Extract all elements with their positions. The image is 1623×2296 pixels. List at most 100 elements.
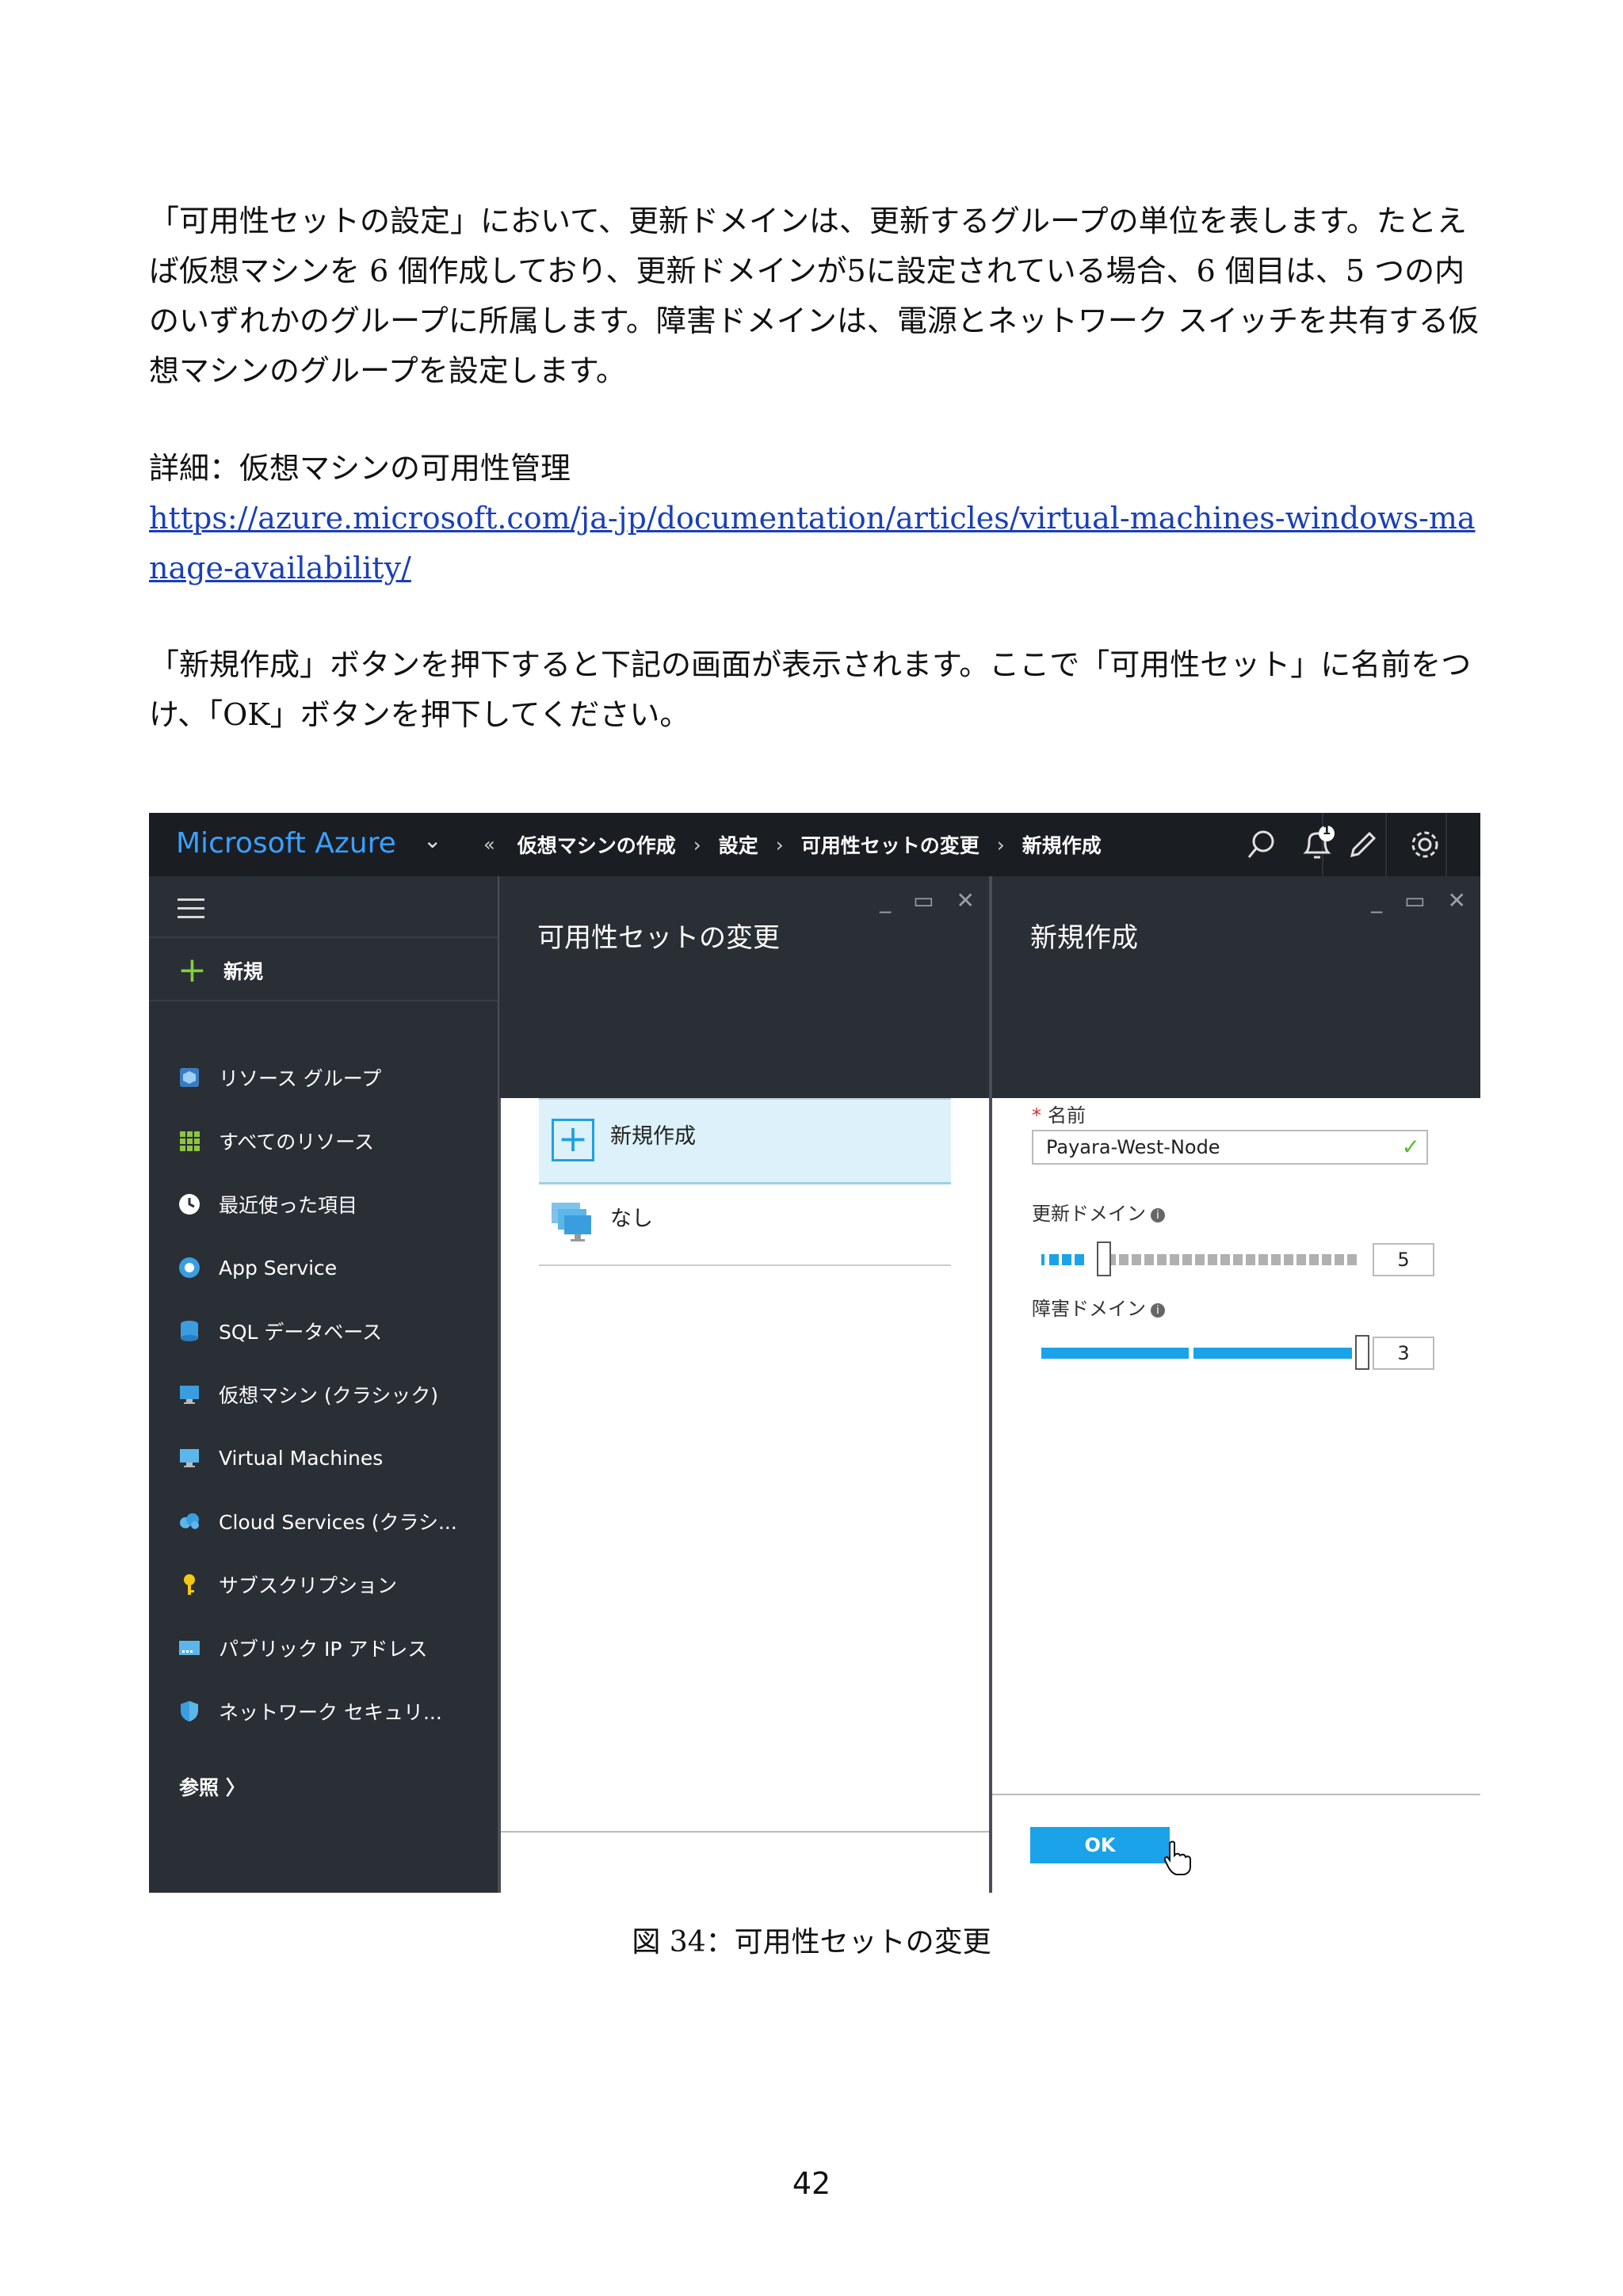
- update-domain-label-text: 更新ドメイン: [1032, 1203, 1146, 1225]
- chevron-down-icon[interactable]: ⌄: [423, 827, 441, 853]
- sidebar-item-label: Virtual Machines: [219, 1446, 384, 1470]
- sidebar-item-label: SQL データベース: [219, 1321, 383, 1344]
- name-label-text: 名前: [1048, 1104, 1086, 1127]
- public-ip-icon: [176, 1634, 203, 1661]
- edit-icon[interactable]: [1341, 822, 1385, 867]
- hand-cursor-icon: [1162, 1840, 1193, 1878]
- plus-icon: +: [552, 1119, 594, 1161]
- sidebar-item-label: サブスクリプション: [219, 1574, 398, 1597]
- sidebar-item-vm-classic[interactable]: 仮想マシン (クラシック): [176, 1379, 438, 1410]
- brand-logo[interactable]: Microsoft Azure: [176, 827, 396, 860]
- resource-group-icon: [176, 1064, 203, 1091]
- info-icon[interactable]: i: [1151, 1303, 1165, 1318]
- sidebar-item-public-ip[interactable]: パブリック IP アドレス: [176, 1632, 427, 1664]
- fault-domain-label-text: 障害ドメイン: [1032, 1298, 1146, 1320]
- fault-domain-track: [1041, 1348, 1352, 1359]
- list-item-create-new[interactable]: + 新規作成: [539, 1098, 951, 1184]
- fault-domain-thumb[interactable]: [1355, 1335, 1369, 1370]
- search-icon[interactable]: [1239, 822, 1284, 867]
- divider: [149, 1000, 498, 1001]
- all-resources-icon: [176, 1127, 203, 1154]
- hamburger-menu-icon[interactable]: [178, 898, 204, 922]
- divider: [501, 1831, 989, 1833]
- browse-link[interactable]: 参照 〉: [179, 1772, 246, 1801]
- update-domain-label: 更新ドメイン i: [1032, 1198, 1165, 1226]
- sidebar-item-label: App Service: [219, 1256, 338, 1280]
- blade-title: 可用性セットの変更: [537, 922, 780, 954]
- name-input[interactable]: Payara-West-Node ✓: [1032, 1130, 1428, 1165]
- clock-icon: [176, 1191, 203, 1218]
- divider: [992, 1794, 1480, 1795]
- azure-portal-screenshot: Microsoft Azure ⌄ « 仮想マシンの作成 › 設定 › 可用性セ…: [149, 813, 1480, 1893]
- gear-icon[interactable]: [1403, 822, 1447, 867]
- maximize-icon[interactable]: ▭: [913, 887, 934, 913]
- sidebar-item-all-resources[interactable]: すべてのリソース: [176, 1125, 374, 1157]
- notification-badge: 1: [1322, 823, 1331, 837]
- fault-domain-slider[interactable]: [1041, 1347, 1358, 1359]
- page-number: 42: [792, 2166, 831, 2201]
- availability-set-icon: [548, 1198, 596, 1245]
- breadcrumb-item[interactable]: 可用性セットの変更: [801, 830, 980, 859]
- update-domain-thumb[interactable]: [1097, 1241, 1111, 1276]
- ok-button[interactable]: OK: [1030, 1827, 1170, 1863]
- paragraph-instructions: 「新規作成」ボタンを押下すると下記の画面が表示されます。ここで「可用性セット」に…: [149, 647, 1472, 732]
- checkmark-icon: ✓: [1401, 1134, 1420, 1160]
- sidebar-item-app-service[interactable]: App Service: [176, 1252, 337, 1283]
- breadcrumb-item[interactable]: 仮想マシンの作成: [517, 830, 676, 859]
- breadcrumb-item[interactable]: 設定: [719, 830, 758, 859]
- sidebar-item-network-security[interactable]: ネットワーク セキュリ...: [176, 1695, 442, 1727]
- sql-database-icon: [176, 1318, 203, 1344]
- fault-domain-label: 障害ドメイン i: [1032, 1293, 1165, 1321]
- list-item-label: なし: [610, 1207, 653, 1231]
- sidebar-item-label: パブリック IP アドレス: [219, 1638, 428, 1661]
- sidebar-item-sql-database[interactable]: SQL データベース: [176, 1315, 382, 1347]
- sidebar-new-label: 新規: [223, 960, 264, 983]
- minimize-icon[interactable]: _: [1371, 887, 1382, 913]
- sidebar-new-button[interactable]: + 新規: [178, 951, 263, 990]
- divider: [1385, 813, 1387, 876]
- minimize-icon[interactable]: _: [880, 887, 891, 913]
- sidebar-item-label: 仮想マシン (クラシック): [219, 1384, 438, 1407]
- documentation-link[interactable]: https://azure.microsoft.com/ja-jp/docume…: [149, 494, 1480, 593]
- required-marker: *: [1032, 1104, 1041, 1127]
- app-service-icon: [176, 1254, 203, 1281]
- virtual-machines-icon: [176, 1444, 203, 1471]
- vm-classic-icon: [176, 1381, 203, 1408]
- name-input-value: Payara-West-Node: [1046, 1136, 1220, 1158]
- key-icon: [176, 1571, 203, 1598]
- chevron-right-icon: ›: [996, 833, 1005, 856]
- chevron-right-icon: ›: [775, 833, 784, 856]
- close-icon[interactable]: ✕: [1448, 887, 1466, 913]
- fault-domain-value[interactable]: 3: [1373, 1337, 1434, 1370]
- figure-caption: 図 34：可用性セットの変更: [632, 1926, 991, 1958]
- sidebar-item-label: すべてのリソース: [219, 1131, 375, 1154]
- breadcrumb-back[interactable]: «: [483, 833, 495, 856]
- sidebar-item-label: ネットワーク セキュリ...: [219, 1701, 442, 1724]
- paragraph-details: 詳細：仮想マシンの可用性管理: [149, 451, 571, 486]
- shield-icon: [176, 1698, 203, 1725]
- bell-icon[interactable]: 1: [1295, 822, 1339, 867]
- list-item-label: 新規作成: [610, 1124, 696, 1149]
- paragraph-domains: 「可用性セットの設定」において、更新ドメインは、更新するグループの単位を表します…: [149, 204, 1480, 388]
- update-domain-value[interactable]: 5: [1373, 1243, 1434, 1276]
- maximize-icon[interactable]: ▭: [1404, 887, 1425, 913]
- sidebar-item-label: 最近使った項目: [219, 1194, 358, 1217]
- sidebar-item-resource-groups[interactable]: リソース グループ: [176, 1062, 381, 1093]
- sidebar-item-recent[interactable]: 最近使った項目: [176, 1188, 357, 1220]
- breadcrumb-item[interactable]: 新規作成: [1022, 830, 1102, 859]
- top-bar: Microsoft Azure ⌄ « 仮想マシンの作成 › 設定 › 可用性セ…: [149, 813, 1480, 876]
- update-domain-slider[interactable]: [1041, 1253, 1358, 1265]
- sidebar-item-label: Cloud Services (クラシ...: [219, 1511, 457, 1534]
- sidebar-item-virtual-machines[interactable]: Virtual Machines: [176, 1442, 383, 1474]
- sidebar-item-cloud-services[interactable]: Cloud Services (クラシ...: [176, 1505, 457, 1537]
- sidebar-item-label: リソース グループ: [219, 1067, 382, 1090]
- update-domain-track: [1041, 1254, 1357, 1265]
- info-icon[interactable]: i: [1151, 1208, 1165, 1222]
- divider: [149, 936, 498, 938]
- list-item-none[interactable]: なし: [539, 1182, 951, 1266]
- close-icon[interactable]: ✕: [957, 887, 975, 913]
- blade-header: 可用性セットの変更 _ ▭ ✕: [499, 876, 989, 1098]
- sidebar: + 新規 リソース グループ すべてのリソース 最近使った項目 App Serv…: [149, 876, 498, 1893]
- name-field-label: * 名前: [1032, 1100, 1086, 1127]
- sidebar-item-subscriptions[interactable]: サブスクリプション: [176, 1569, 397, 1600]
